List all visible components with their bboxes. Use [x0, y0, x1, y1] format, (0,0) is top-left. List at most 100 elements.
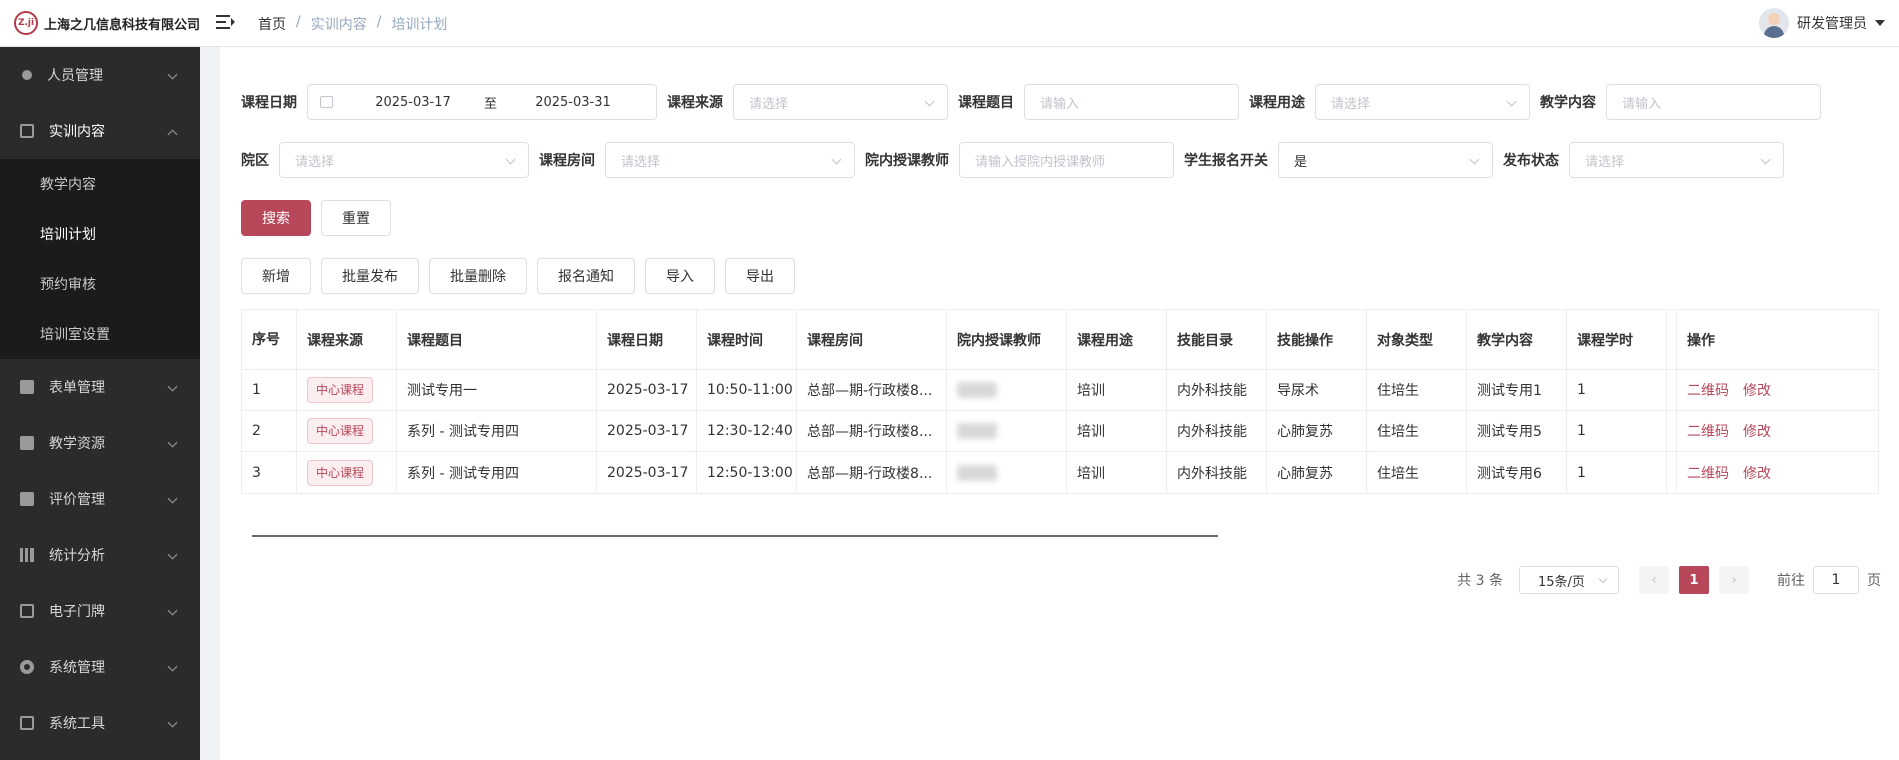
user-icon — [22, 70, 32, 80]
course-source-placeholder: 请选择 — [749, 96, 789, 112]
gear-icon — [20, 660, 34, 674]
date-end[interactable]: 2025-03-31 — [518, 95, 628, 110]
col-target: 对象类型 — [1367, 310, 1467, 369]
sidebar-item-evaluation[interactable]: 评价管理 — [0, 471, 200, 527]
course-source-select[interactable]: 请选择 — [733, 84, 948, 120]
publish-status-select[interactable]: 请选择 — [1569, 142, 1784, 178]
page-size-select[interactable]: 15条/页 — [1519, 566, 1619, 594]
edit-link[interactable]: 修改 — [1743, 463, 1771, 483]
add-button[interactable]: 新增 — [241, 258, 311, 294]
import-button[interactable]: 导入 — [645, 258, 715, 294]
cell-hours: 1 — [1567, 370, 1667, 410]
cell-title: 系列 - 测试专用四 — [397, 452, 597, 493]
cell-purpose: 培训 — [1067, 411, 1167, 451]
company-logo[interactable]: Z.ji 上海之几信息科技有限公司 — [14, 11, 200, 35]
top-bar: Z.ji 上海之几信息科技有限公司 首页 / 实训内容 / 培训计划 研发管理员 — [0, 0, 1899, 47]
submenu-item-training-plan[interactable]: 培训计划 — [0, 209, 200, 259]
chevron-down-icon — [167, 717, 178, 728]
teaching-content-placeholder: 请输入 — [1622, 96, 1662, 112]
cell-time: 12:50-13:00 — [697, 452, 797, 493]
export-button[interactable]: 导出 — [725, 258, 795, 294]
cell-target: 住培生 — [1367, 370, 1467, 410]
sidebar-item-forms[interactable]: 表单管理 — [0, 359, 200, 415]
cell-time: 12:30-12:40 — [697, 411, 797, 451]
sidebar-item-training-content[interactable]: 实训内容 — [0, 103, 200, 159]
chevron-down-icon — [167, 605, 178, 616]
sidebar-item-system-tools[interactable]: 系统工具 — [0, 695, 200, 751]
qr-code-link[interactable]: 二维码 — [1687, 380, 1729, 400]
col-date: 课程日期 — [597, 310, 697, 369]
caret-down-icon[interactable] — [1875, 20, 1885, 26]
bar-chart-icon — [20, 548, 34, 562]
avatar[interactable] — [1759, 8, 1789, 38]
edit-link[interactable]: 修改 — [1743, 380, 1771, 400]
filter-row-2: 院区 请选择 课程房间 请选择 院内授课教师 请输入授院内授课教师 学生报名开关… — [241, 142, 1784, 178]
submenu-item-training-room-settings[interactable]: 培训室设置 — [0, 309, 200, 359]
menu-toggle-icon[interactable] — [216, 12, 236, 32]
page-number-current[interactable]: 1 — [1679, 566, 1709, 594]
col-no: 序号 — [242, 310, 297, 369]
cell-room: 总部—期-行政楼8... — [797, 411, 947, 451]
teaching-content-input[interactable]: 请输入 — [1606, 84, 1821, 120]
teacher-label: 院内授课教师 — [865, 153, 949, 169]
publish-status-label: 发布状态 — [1503, 153, 1559, 169]
redacted-teacher — [957, 423, 997, 439]
qr-code-link[interactable]: 二维码 — [1687, 463, 1729, 483]
submenu-item-teaching-content[interactable]: 教学内容 — [0, 159, 200, 209]
breadcrumb-separator: / — [376, 14, 382, 30]
course-purpose-select[interactable]: 请选择 — [1315, 84, 1530, 120]
cell-content: 测试专用5 — [1467, 411, 1567, 451]
sidebar-item-label: 人员管理 — [47, 68, 103, 84]
filter-row-1: 课程日期 2025-03-17 至 2025-03-31 课程来源 请选择 课程… — [241, 84, 1821, 120]
cell-date: 2025-03-17 — [597, 452, 697, 493]
evaluation-icon — [20, 492, 34, 506]
prev-page-button[interactable]: ‹ — [1639, 566, 1669, 594]
user-menu[interactable]: 研发管理员 — [1759, 8, 1885, 38]
batch-delete-button[interactable]: 批量删除 — [429, 258, 527, 294]
chevron-down-icon — [1469, 154, 1480, 165]
course-date-range[interactable]: 2025-03-17 至 2025-03-31 — [307, 84, 657, 120]
qr-code-link[interactable]: 二维码 — [1687, 421, 1729, 441]
cell-no: 2 — [242, 411, 297, 451]
signup-notice-button[interactable]: 报名通知 — [537, 258, 635, 294]
sidebar-item-statistics[interactable]: 统计分析 — [0, 527, 200, 583]
signup-switch-value: 是 — [1294, 154, 1308, 170]
cell-hidden — [1667, 452, 1677, 493]
submenu-item-booking-review[interactable]: 预约审核 — [0, 259, 200, 309]
course-title-input[interactable]: 请输入 — [1024, 84, 1239, 120]
campus-select[interactable]: 请选择 — [279, 142, 529, 178]
date-start[interactable]: 2025-03-17 — [363, 95, 463, 110]
campus-label: 院区 — [241, 153, 269, 169]
user-name[interactable]: 研发管理员 — [1797, 13, 1867, 33]
batch-publish-button[interactable]: 批量发布 — [321, 258, 419, 294]
course-purpose-placeholder: 请选择 — [1331, 96, 1371, 112]
cell-hidden — [1667, 370, 1677, 410]
col-source: 课程来源 — [297, 310, 397, 369]
chevron-down-icon — [167, 381, 178, 392]
sidebar-item-system-management[interactable]: 系统管理 — [0, 639, 200, 695]
sidebar-item-personnel[interactable]: 人员管理 — [0, 47, 200, 103]
submenu-training-content: 教学内容 培训计划 预约审核 培训室设置 — [0, 159, 200, 359]
breadcrumb-separator: / — [296, 14, 301, 30]
chevron-up-icon — [167, 129, 178, 140]
edit-link[interactable]: 修改 — [1743, 421, 1771, 441]
next-page-button[interactable]: › — [1719, 566, 1749, 594]
col-title: 课程题目 — [397, 310, 597, 369]
sidebar-item-door-sign[interactable]: 电子门牌 — [0, 583, 200, 639]
redacted-teacher — [957, 382, 997, 398]
goto-page-input[interactable]: 1 — [1813, 566, 1859, 594]
reset-button[interactable]: 重置 — [321, 200, 391, 236]
course-room-select[interactable]: 请选择 — [605, 142, 855, 178]
signup-switch-select[interactable]: 是 — [1278, 142, 1493, 178]
teacher-input[interactable]: 请输入授院内授课教师 — [959, 142, 1174, 178]
cell-content: 测试专用6 — [1467, 452, 1567, 493]
breadcrumb-home[interactable]: 首页 — [258, 14, 286, 34]
course-room-placeholder: 请选择 — [621, 154, 661, 170]
toolbox-icon — [20, 716, 34, 730]
sidebar-item-teaching-resources[interactable]: 教学资源 — [0, 415, 200, 471]
table-horizontal-scrollbar[interactable] — [252, 535, 1218, 537]
cell-source: 中心课程 — [297, 411, 397, 451]
cell-title: 测试专用一 — [397, 370, 597, 410]
search-button[interactable]: 搜索 — [241, 200, 311, 236]
breadcrumb-current: 培训计划 — [391, 17, 448, 33]
